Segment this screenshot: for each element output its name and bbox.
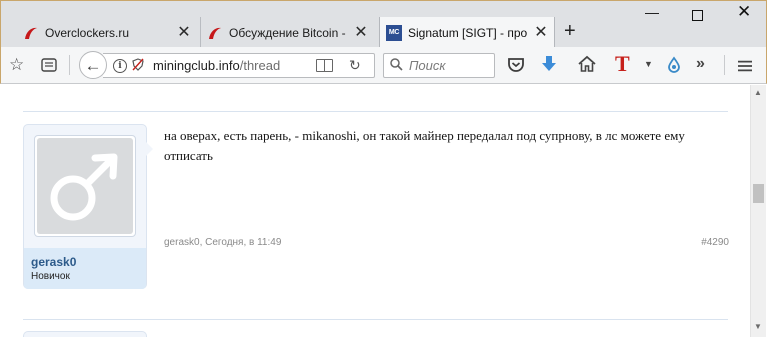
scrollbar-thumb[interactable] — [753, 184, 764, 203]
maximize-icon[interactable] — [692, 10, 703, 21]
hamburger-menu-icon[interactable] — [738, 59, 752, 73]
user-rank: Новичок — [31, 271, 70, 282]
overclockers-icon — [23, 25, 39, 41]
close-tab-icon[interactable]: ✕ — [177, 24, 191, 41]
reading-list-icon[interactable] — [41, 58, 57, 72]
post-author-link[interactable]: gerask0 — [164, 237, 200, 248]
divider — [23, 111, 728, 112]
post-date[interactable]: , Сегодня, в 11:49 — [200, 237, 282, 248]
user-info-panel: gerask0 Новичок — [23, 124, 147, 289]
new-tab-button[interactable]: + — [564, 21, 576, 41]
tracking-protection-icon[interactable] — [131, 57, 145, 74]
close-tab-icon[interactable]: ✕ — [354, 24, 368, 41]
toolbar-separator — [69, 55, 70, 75]
tab-overclockers[interactable]: Overclockers.ru ✕ — [23, 17, 191, 48]
minimize-icon[interactable]: — — [645, 5, 659, 19]
scroll-up-icon[interactable]: ▲ — [754, 88, 762, 97]
back-button[interactable]: ← — [79, 51, 107, 79]
downloads-icon[interactable] — [541, 55, 557, 73]
translate-t-icon[interactable]: T — [615, 53, 630, 75]
post-permalink[interactable]: #4290 — [701, 237, 729, 248]
tab-title: Signatum [SIGT] - про — [408, 25, 528, 40]
tab-title: Overclockers.ru — [45, 25, 130, 40]
close-window-icon[interactable]: ✕ — [737, 3, 751, 20]
user-nameplate: gerask0 Новичок — [24, 248, 146, 289]
overclockers-icon — [207, 25, 223, 41]
tab-title: Обсуждение Bitcoin - — [229, 25, 346, 40]
home-icon[interactable] — [578, 55, 596, 72]
pocket-icon[interactable] — [507, 57, 525, 73]
default-male-avatar-icon — [37, 138, 133, 234]
reload-icon[interactable]: ↻ — [349, 57, 361, 74]
forum-post: gerask0 Новичок на оверах, есть парень, … — [23, 124, 729, 289]
divider — [23, 319, 728, 320]
tab-bitcoin-discussion[interactable]: Обсуждение Bitcoin - ✕ — [200, 17, 368, 48]
avatar[interactable] — [34, 135, 136, 237]
search-placeholder: Поиск — [409, 58, 446, 73]
overflow-menu-icon[interactable]: » — [696, 56, 705, 72]
miningclub-icon: MC — [386, 24, 402, 41]
close-tab-icon[interactable]: ✕ — [534, 24, 548, 41]
extension-icon[interactable] — [665, 56, 683, 74]
post-meta: gerask0, Сегодня, в 11:49 — [164, 237, 281, 248]
message-pointer — [146, 142, 153, 156]
username-link[interactable]: gerask0 — [31, 255, 76, 269]
vertical-scrollbar[interactable]: ▲ ▼ — [750, 85, 766, 337]
site-info-icon[interactable]: i — [113, 58, 127, 73]
reader-view-icon[interactable] — [316, 59, 333, 72]
chevron-down-icon[interactable]: ▼ — [644, 60, 653, 69]
search-icon — [390, 57, 403, 74]
next-post-user-panel — [23, 331, 147, 337]
page-content: gerask0 Новичок на оверах, есть парень, … — [1, 85, 750, 337]
tab-strip: Overclockers.ru ✕ Обсуждение Bitcoin - ✕… — [0, 0, 767, 48]
bookmark-star-icon[interactable]: ☆ — [9, 56, 24, 73]
search-input[interactable]: Поиск — [383, 53, 495, 78]
tab-signatum-active[interactable]: MC Signatum [SIGT] - про ✕ — [379, 17, 555, 48]
url-path: /thread — [239, 58, 281, 73]
scroll-down-icon[interactable]: ▼ — [754, 322, 762, 331]
navigation-toolbar: ☆ i miningclub.info/thread ↻ ← Поиск T ▼… — [0, 47, 767, 84]
url-bar[interactable]: i miningclub.info/thread ↻ — [103, 53, 375, 78]
toolbar-separator — [724, 55, 725, 75]
post-message: на оверах, есть парень, - mikanoshi, он … — [164, 128, 685, 163]
url-host: miningclub.info — [153, 58, 240, 73]
